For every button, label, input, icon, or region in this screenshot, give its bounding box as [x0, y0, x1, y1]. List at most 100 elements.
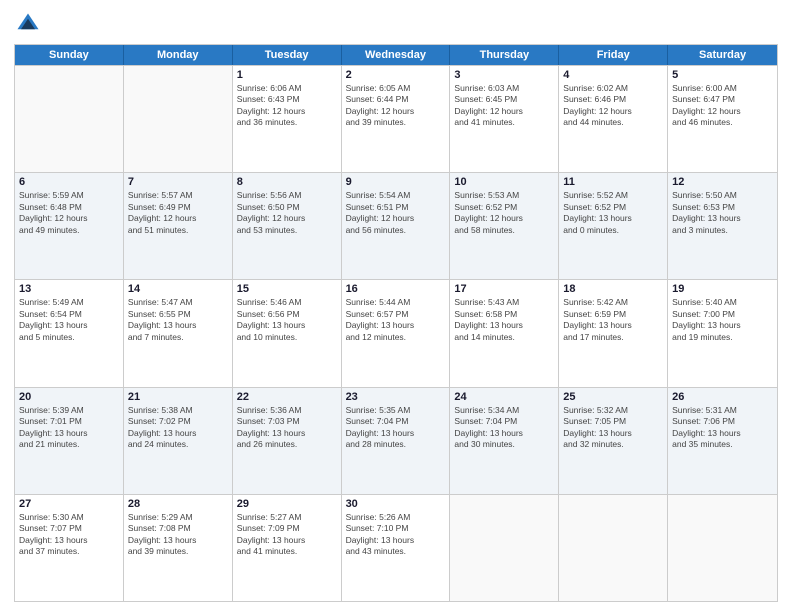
- day-number: 18: [563, 283, 663, 295]
- calendar-cell: 24 Sunrise: 5:34 AM Sunset: 7:04 PM Dayli…: [450, 388, 559, 494]
- day-number: 28: [128, 498, 228, 510]
- day-number: 20: [19, 391, 119, 403]
- calendar-cell: 11Sunrise: 5:52 AM Sunset: 6:52 PM Dayli…: [559, 173, 668, 279]
- day-number: 23: [346, 391, 446, 403]
- day-number: 6: [19, 176, 119, 188]
- day-info: Sunrise: 5:53 AM Sunset: 6:52 PM Dayligh…: [454, 190, 554, 236]
- day-number: 12: [672, 176, 773, 188]
- calendar-cell: 5 Sunrise: 6:00 AM Sunset: 6:47 PM Daylig…: [668, 66, 777, 172]
- day-info: Sunrise: 5:31 AM Sunset: 7:06 PM Dayligh…: [672, 405, 773, 451]
- day-info: Sunrise: 5:49 AM Sunset: 6:54 PM Dayligh…: [19, 297, 119, 343]
- day-number: 21: [128, 391, 228, 403]
- calendar-cell: [124, 66, 233, 172]
- calendar-cell: 16 Sunrise: 5:44 AM Sunset: 6:57 PM Dayli…: [342, 280, 451, 386]
- calendar-cell: 17 Sunrise: 5:43 AM Sunset: 6:58 PM Dayli…: [450, 280, 559, 386]
- day-number: 30: [346, 498, 446, 510]
- logo-icon: [14, 10, 42, 38]
- day-info: Sunrise: 5:42 AM Sunset: 6:59 PM Dayligh…: [563, 297, 663, 343]
- day-number: 9: [346, 176, 446, 188]
- day-number: 1: [237, 69, 337, 81]
- day-info: Sunrise: 6:00 AM Sunset: 6:47 PM Dayligh…: [672, 83, 773, 129]
- calendar-cell: 14Sunrise: 5:47 AM Sunset: 6:55 PM Dayli…: [124, 280, 233, 386]
- calendar-cell: 20 Sunrise: 5:39 AM Sunset: 7:01 PM Dayli…: [15, 388, 124, 494]
- header-day-sunday: Sunday: [15, 45, 124, 65]
- header-day-tuesday: Tuesday: [233, 45, 342, 65]
- calendar-cell: 8 Sunrise: 5:56 AM Sunset: 6:50 PM Daylig…: [233, 173, 342, 279]
- day-info: Sunrise: 5:30 AM Sunset: 7:07 PM Dayligh…: [19, 512, 119, 558]
- calendar-cell: [450, 495, 559, 601]
- day-info: Sunrise: 5:56 AM Sunset: 6:50 PM Dayligh…: [237, 190, 337, 236]
- header-day-thursday: Thursday: [450, 45, 559, 65]
- day-info: Sunrise: 5:52 AM Sunset: 6:52 PM Dayligh…: [563, 190, 663, 236]
- day-number: 7: [128, 176, 228, 188]
- day-info: Sunrise: 6:06 AM Sunset: 6:43 PM Dayligh…: [237, 83, 337, 129]
- day-number: 22: [237, 391, 337, 403]
- day-number: 2: [346, 69, 446, 81]
- calendar-cell: 30 Sunrise: 5:26 AM Sunset: 7:10 PM Dayli…: [342, 495, 451, 601]
- calendar-cell: 26 Sunrise: 5:31 AM Sunset: 7:06 PM Dayli…: [668, 388, 777, 494]
- calendar-cell: [559, 495, 668, 601]
- day-number: 5: [672, 69, 773, 81]
- day-info: Sunrise: 5:59 AM Sunset: 6:48 PM Dayligh…: [19, 190, 119, 236]
- day-info: Sunrise: 5:39 AM Sunset: 7:01 PM Dayligh…: [19, 405, 119, 451]
- day-number: 3: [454, 69, 554, 81]
- day-number: 14: [128, 283, 228, 295]
- calendar-week-5: 27 Sunrise: 5:30 AM Sunset: 7:07 PM Dayli…: [15, 494, 777, 601]
- calendar-cell: 27 Sunrise: 5:30 AM Sunset: 7:07 PM Dayli…: [15, 495, 124, 601]
- day-info: Sunrise: 5:35 AM Sunset: 7:04 PM Dayligh…: [346, 405, 446, 451]
- calendar-cell: 13Sunrise: 5:49 AM Sunset: 6:54 PM Dayli…: [15, 280, 124, 386]
- calendar-cell: 4Sunrise: 6:02 AM Sunset: 6:46 PM Daylig…: [559, 66, 668, 172]
- day-number: 27: [19, 498, 119, 510]
- day-number: 8: [237, 176, 337, 188]
- header-day-monday: Monday: [124, 45, 233, 65]
- day-info: Sunrise: 6:03 AM Sunset: 6:45 PM Dayligh…: [454, 83, 554, 129]
- day-info: Sunrise: 5:38 AM Sunset: 7:02 PM Dayligh…: [128, 405, 228, 451]
- page-header: [14, 10, 778, 38]
- day-info: Sunrise: 5:32 AM Sunset: 7:05 PM Dayligh…: [563, 405, 663, 451]
- day-info: Sunrise: 5:44 AM Sunset: 6:57 PM Dayligh…: [346, 297, 446, 343]
- calendar-cell: 22 Sunrise: 5:36 AM Sunset: 7:03 PM Dayli…: [233, 388, 342, 494]
- day-info: Sunrise: 5:50 AM Sunset: 6:53 PM Dayligh…: [672, 190, 773, 236]
- day-info: Sunrise: 5:34 AM Sunset: 7:04 PM Dayligh…: [454, 405, 554, 451]
- day-number: 29: [237, 498, 337, 510]
- calendar: SundayMondayTuesdayWednesdayThursdayFrid…: [14, 44, 778, 602]
- calendar-week-2: 6 Sunrise: 5:59 AM Sunset: 6:48 PM Daylig…: [15, 172, 777, 279]
- day-number: 15: [237, 283, 337, 295]
- calendar-cell: 29 Sunrise: 5:27 AM Sunset: 7:09 PM Dayli…: [233, 495, 342, 601]
- day-info: Sunrise: 5:36 AM Sunset: 7:03 PM Dayligh…: [237, 405, 337, 451]
- day-number: 17: [454, 283, 554, 295]
- calendar-cell: 21 Sunrise: 5:38 AM Sunset: 7:02 PM Dayli…: [124, 388, 233, 494]
- calendar-cell: [668, 495, 777, 601]
- calendar-week-3: 13Sunrise: 5:49 AM Sunset: 6:54 PM Dayli…: [15, 279, 777, 386]
- calendar-cell: 1 Sunrise: 6:06 AM Sunset: 6:43 PM Daylig…: [233, 66, 342, 172]
- calendar-cell: [15, 66, 124, 172]
- calendar-cell: 19Sunrise: 5:40 AM Sunset: 7:00 PM Dayli…: [668, 280, 777, 386]
- calendar-cell: 6 Sunrise: 5:59 AM Sunset: 6:48 PM Daylig…: [15, 173, 124, 279]
- calendar-cell: 25 Sunrise: 5:32 AM Sunset: 7:05 PM Dayli…: [559, 388, 668, 494]
- day-number: 16: [346, 283, 446, 295]
- calendar-cell: 7 Sunrise: 5:57 AM Sunset: 6:49 PM Daylig…: [124, 173, 233, 279]
- calendar-cell: 3 Sunrise: 6:03 AM Sunset: 6:45 PM Daylig…: [450, 66, 559, 172]
- calendar-cell: 23 Sunrise: 5:35 AM Sunset: 7:04 PM Dayli…: [342, 388, 451, 494]
- calendar-cell: 9 Sunrise: 5:54 AM Sunset: 6:51 PM Daylig…: [342, 173, 451, 279]
- calendar-week-4: 20 Sunrise: 5:39 AM Sunset: 7:01 PM Dayli…: [15, 387, 777, 494]
- day-info: Sunrise: 5:43 AM Sunset: 6:58 PM Dayligh…: [454, 297, 554, 343]
- day-number: 10: [454, 176, 554, 188]
- day-info: Sunrise: 5:40 AM Sunset: 7:00 PM Dayligh…: [672, 297, 773, 343]
- header-day-friday: Friday: [559, 45, 668, 65]
- calendar-week-1: 1 Sunrise: 6:06 AM Sunset: 6:43 PM Daylig…: [15, 65, 777, 172]
- day-info: Sunrise: 5:29 AM Sunset: 7:08 PM Dayligh…: [128, 512, 228, 558]
- day-info: Sunrise: 5:54 AM Sunset: 6:51 PM Dayligh…: [346, 190, 446, 236]
- day-info: Sunrise: 5:57 AM Sunset: 6:49 PM Dayligh…: [128, 190, 228, 236]
- day-info: Sunrise: 6:02 AM Sunset: 6:46 PM Dayligh…: [563, 83, 663, 129]
- day-number: 26: [672, 391, 773, 403]
- header-day-saturday: Saturday: [668, 45, 777, 65]
- day-info: Sunrise: 6:05 AM Sunset: 6:44 PM Dayligh…: [346, 83, 446, 129]
- day-number: 24: [454, 391, 554, 403]
- day-info: Sunrise: 5:27 AM Sunset: 7:09 PM Dayligh…: [237, 512, 337, 558]
- day-number: 25: [563, 391, 663, 403]
- calendar-body: 1 Sunrise: 6:06 AM Sunset: 6:43 PM Daylig…: [15, 65, 777, 601]
- day-info: Sunrise: 5:26 AM Sunset: 7:10 PM Dayligh…: [346, 512, 446, 558]
- header-day-wednesday: Wednesday: [342, 45, 451, 65]
- calendar-header: SundayMondayTuesdayWednesdayThursdayFrid…: [15, 45, 777, 65]
